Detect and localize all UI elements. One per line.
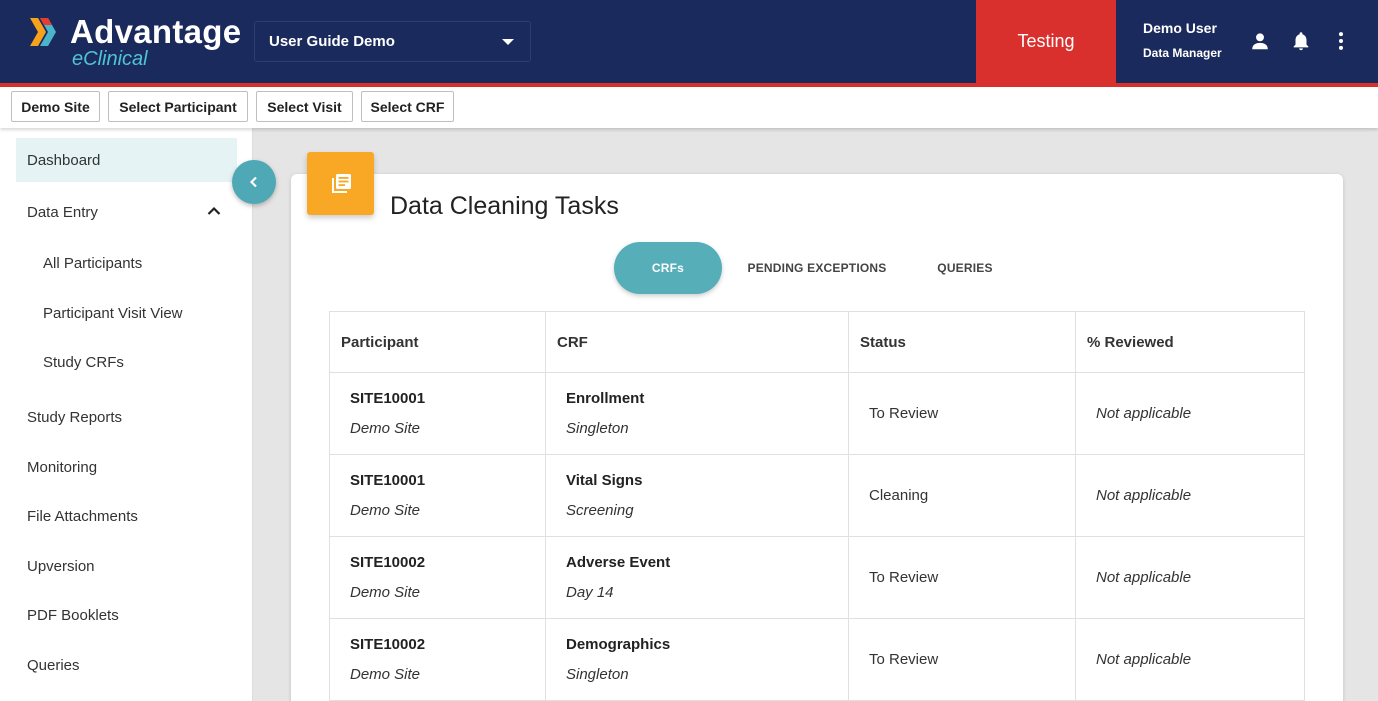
- participant-select-button[interactable]: Select Participant: [108, 91, 248, 122]
- sidebar-item-label: Study Reports: [27, 408, 123, 426]
- participant-id: SITE10002: [350, 554, 426, 571]
- sidebar-item-data-entry[interactable]: Data Entry: [16, 190, 237, 234]
- status-cell: To Review: [849, 537, 1076, 618]
- chevron-up-icon: [207, 206, 221, 215]
- table-row[interactable]: SITE10002 Demo Site Demographics Singlet…: [330, 619, 1304, 701]
- sidebar-item-study-reports[interactable]: Study Reports: [16, 395, 237, 439]
- crf-name: Vital Signs: [566, 472, 643, 489]
- logo-chevron-icon: [30, 18, 56, 46]
- participant-site: Demo Site: [350, 502, 421, 519]
- crf-name: Enrollment: [566, 390, 645, 407]
- more-vert-icon[interactable]: [1330, 30, 1352, 52]
- status-cell: To Review: [849, 373, 1076, 454]
- participant-cell: SITE10002 Demo Site: [330, 537, 546, 618]
- participant-cell: SITE10001 Demo Site: [330, 373, 546, 454]
- sidebar-item-all-participants[interactable]: All Participants: [16, 241, 237, 285]
- page-title: Data Cleaning Tasks: [390, 192, 619, 220]
- sidebar: Dashboard Data Entry All Participants Pa…: [0, 128, 253, 701]
- sidebar-item-label: Monitoring: [27, 458, 98, 476]
- user-name: Demo User: [1143, 20, 1217, 36]
- card-header-icon: [307, 152, 374, 215]
- column-header-crf[interactable]: CRF: [546, 312, 849, 372]
- sidebar-item-study-crfs[interactable]: Study CRFs: [16, 340, 237, 384]
- table-row[interactable]: SITE10002 Demo Site Adverse Event Day 14…: [330, 537, 1304, 619]
- bell-icon[interactable]: [1290, 30, 1312, 52]
- study-selector-value: User Guide Demo: [269, 33, 395, 50]
- sidebar-item-label: PDF Booklets: [27, 606, 119, 624]
- visit-select-button[interactable]: Select Visit: [256, 91, 353, 122]
- crf-name: Adverse Event: [566, 554, 671, 571]
- participant-cell: SITE10001 Demo Site: [330, 455, 546, 536]
- table-header-row: Participant CRF Status % Reviewed: [330, 312, 1304, 373]
- sidebar-item-queries[interactable]: Queries: [16, 643, 237, 687]
- crf-visit: Screening: [566, 502, 634, 519]
- logo-wordmark: Advantage: [70, 13, 242, 50]
- column-header-reviewed[interactable]: % Reviewed: [1076, 312, 1306, 372]
- sidebar-item-pdf-booklets[interactable]: PDF Booklets: [16, 593, 237, 637]
- participant-cell: SITE10002 Demo Site: [330, 619, 546, 700]
- sidebar-item-upversion[interactable]: Upversion: [16, 544, 237, 588]
- context-bar: Demo Site Select Participant Select Visi…: [0, 87, 1378, 128]
- crf-task-table: Participant CRF Status % Reviewed SITE10…: [329, 311, 1305, 701]
- chevron-left-icon: [249, 176, 257, 188]
- user-info: Demo User Data Manager: [1143, 18, 1222, 62]
- crf-name: Demographics: [566, 636, 671, 653]
- crf-select-button[interactable]: Select CRF: [361, 91, 454, 122]
- crf-visit: Day 14: [566, 584, 614, 601]
- user-role: Data Manager: [1143, 46, 1222, 60]
- participant-site: Demo Site: [350, 666, 421, 683]
- sidebar-item-label: Queries: [27, 656, 80, 674]
- status-cell: To Review: [849, 619, 1076, 700]
- tab-queries[interactable]: QUERIES: [920, 242, 1010, 294]
- app-logo[interactable]: Advantage eClinical: [28, 14, 248, 74]
- column-header-participant[interactable]: Participant: [330, 312, 546, 372]
- participant-id: SITE10002: [350, 636, 426, 653]
- tab-crfs[interactable]: CRFs: [614, 242, 722, 294]
- crf-visit: Singleton: [566, 666, 629, 683]
- sidebar-collapse-button[interactable]: [232, 160, 276, 204]
- sidebar-item-label: Data Entry: [27, 203, 98, 221]
- logo-subtitle: eClinical: [72, 48, 148, 70]
- table-row[interactable]: SITE10001 Demo Site Vital Signs Screenin…: [330, 455, 1304, 537]
- participant-site: Demo Site: [350, 584, 421, 601]
- crf-cell: Adverse Event Day 14: [546, 537, 849, 618]
- participant-id: SITE10001: [350, 390, 426, 407]
- status-cell: Cleaning: [849, 455, 1076, 536]
- sidebar-item-label: Upversion: [27, 557, 95, 575]
- reviewed-cell: Not applicable: [1096, 405, 1192, 422]
- table-row[interactable]: SITE10001 Demo Site Enrollment Singleton…: [330, 373, 1304, 455]
- reviewed-cell: Not applicable: [1096, 651, 1192, 668]
- account-icon[interactable]: [1249, 30, 1271, 52]
- crf-cell: Demographics Singleton: [546, 619, 849, 700]
- sidebar-item-label: Study CRFs: [43, 353, 124, 371]
- sidebar-item-label: All Participants: [43, 254, 143, 272]
- dropdown-caret-icon: [502, 39, 514, 45]
- crf-visit: Singleton: [566, 420, 629, 437]
- sidebar-item-label: Dashboard: [27, 151, 101, 169]
- sidebar-item-participant-visit-view[interactable]: Participant Visit View: [16, 291, 237, 335]
- environment-badge: Testing: [976, 0, 1116, 83]
- participant-site: Demo Site: [350, 420, 421, 437]
- sidebar-item-monitoring[interactable]: Monitoring: [16, 445, 237, 489]
- sidebar-item-label: Participant Visit View: [43, 304, 183, 322]
- tab-pending-exceptions[interactable]: PENDING EXCEPTIONS: [740, 242, 894, 294]
- crf-cell: Enrollment Singleton: [546, 373, 849, 454]
- reviewed-cell: Not applicable: [1096, 569, 1192, 586]
- sidebar-item-file-attachments[interactable]: File Attachments: [16, 494, 237, 538]
- sidebar-item-dashboard[interactable]: Dashboard: [16, 138, 237, 182]
- library-books-icon: [331, 173, 351, 193]
- column-header-status[interactable]: Status: [849, 312, 1076, 372]
- sidebar-item-label: File Attachments: [27, 507, 138, 525]
- site-select-button[interactable]: Demo Site: [11, 91, 100, 122]
- crf-cell: Vital Signs Screening: [546, 455, 849, 536]
- study-selector[interactable]: User Guide Demo: [254, 21, 531, 62]
- participant-id: SITE10001: [350, 472, 426, 489]
- reviewed-cell: Not applicable: [1096, 487, 1192, 504]
